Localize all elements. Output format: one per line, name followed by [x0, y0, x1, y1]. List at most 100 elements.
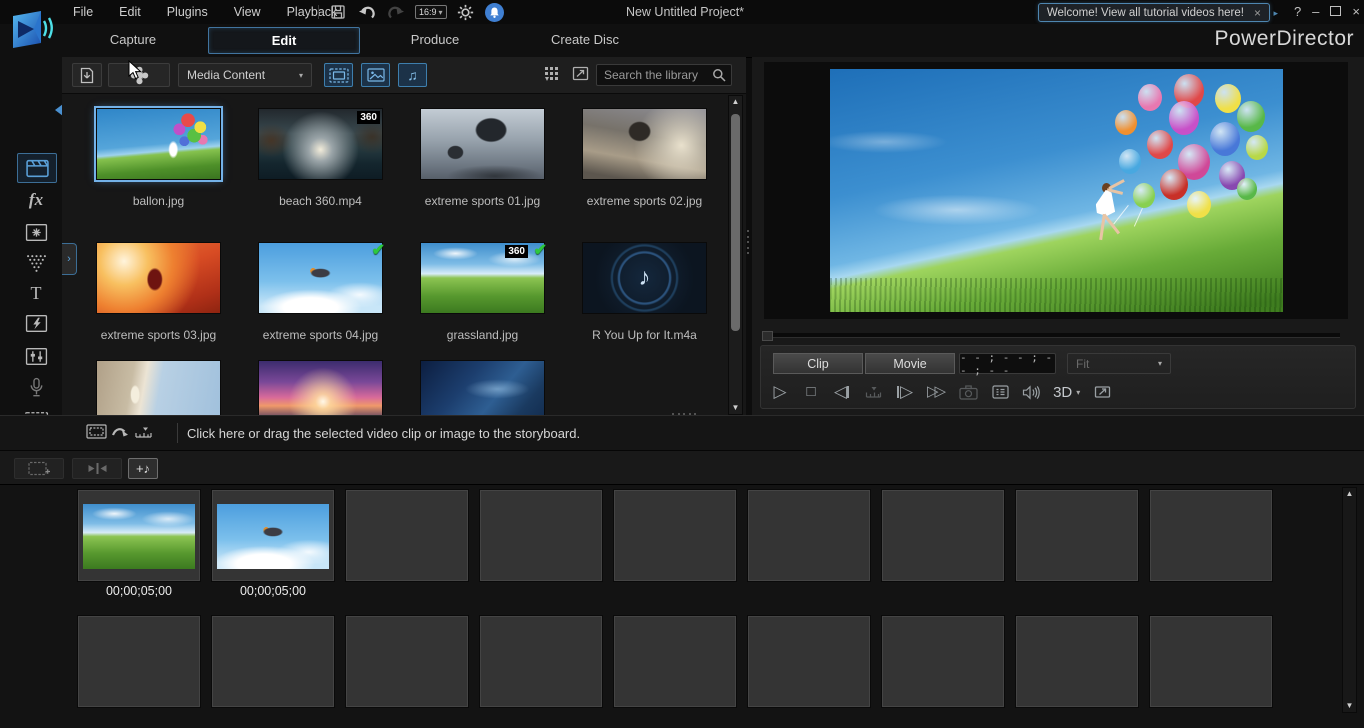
media-item-music[interactable]: ♪ [582, 242, 707, 314]
next-frame-button[interactable]: ▷ [896, 380, 914, 404]
media-item-surf[interactable] [96, 242, 221, 314]
expand-panel-handle[interactable]: › [62, 243, 77, 275]
storyboard-slot[interactable] [480, 490, 602, 581]
library-scrollbar[interactable]: ▲ ▼ [728, 95, 743, 415]
media-item-moto[interactable] [582, 108, 707, 180]
storyboard-slot[interactable] [78, 616, 200, 707]
storyboard-hint-text[interactable]: Click here or drag the selected video cl… [187, 416, 580, 451]
timecode-display[interactable]: - - ; - - ; - - ; - - [959, 353, 1056, 374]
media-item-balloon[interactable] [96, 108, 221, 180]
scroll-up-icon[interactable]: ▲ [1343, 488, 1356, 500]
content-type-dropdown[interactable]: Media Content ▾ [178, 63, 312, 87]
audio-mixing-room[interactable] [17, 342, 55, 370]
undock-preview-button[interactable] [1093, 380, 1111, 404]
preview-quality-button[interactable] [991, 380, 1009, 404]
play-button[interactable]: ▷ [771, 380, 789, 404]
filter-video-button[interactable] [324, 63, 353, 87]
zoom-fit-dropdown[interactable]: Fit ▾ [1067, 353, 1171, 374]
previous-frame-button[interactable]: ◁ [833, 380, 851, 404]
menu-file[interactable]: File [60, 0, 106, 24]
help-button[interactable]: ? [1294, 0, 1301, 24]
grid-view-button[interactable] [544, 66, 559, 82]
transition-room[interactable] [17, 309, 55, 337]
tab-create-disc[interactable]: Create Disc [510, 24, 660, 57]
welcome-banner[interactable]: Welcome! View all tutorial videos here! … [1038, 3, 1270, 22]
storyboard-slot[interactable] [882, 490, 1004, 581]
storyboard-slot[interactable] [614, 616, 736, 707]
tab-capture[interactable]: Capture [58, 24, 208, 57]
storyboard-slot[interactable] [748, 490, 870, 581]
search-input[interactable] [602, 67, 708, 83]
voice-over-room[interactable] [17, 373, 55, 401]
minimize-button[interactable]: – [1312, 0, 1319, 24]
media-item-grassland[interactable]: ✔360 [420, 242, 545, 314]
storyboard-slot[interactable] [346, 490, 468, 581]
media-item-skydive[interactable]: ✔ [258, 242, 383, 314]
media-item-bmx[interactable] [420, 108, 545, 180]
filter-photo-button[interactable] [361, 63, 390, 87]
panel-splitter-handle[interactable] [746, 230, 750, 254]
close-button[interactable]: × [1352, 0, 1360, 24]
save-button[interactable] [328, 2, 348, 22]
library-search[interactable] [596, 64, 732, 86]
media-item-partial-sunset[interactable] [258, 360, 383, 415]
effect-room[interactable]: fx [17, 186, 55, 214]
scroll-up-icon[interactable]: ▲ [729, 96, 742, 108]
timeline-ruler-icon [134, 425, 153, 439]
notifications-button[interactable] [485, 3, 504, 22]
pip-objects-room[interactable] [17, 218, 55, 246]
title-room[interactable]: T [17, 279, 55, 307]
tab-produce[interactable]: Produce [360, 24, 510, 57]
detach-library-button[interactable] [572, 66, 589, 81]
storyboard-slot[interactable] [212, 490, 334, 581]
menu-plugins[interactable]: Plugins [154, 0, 221, 24]
banner-close-icon[interactable]: × [1254, 6, 1261, 20]
preview-video-frame[interactable] [830, 69, 1283, 312]
snapshot-button[interactable] [959, 380, 978, 404]
redo-button[interactable] [386, 2, 406, 22]
scrollbar-thumb[interactable] [731, 114, 740, 331]
timeline-splitter-handle[interactable] [672, 412, 696, 415]
storyboard-slot[interactable] [614, 490, 736, 581]
seek-handle[interactable] [762, 331, 773, 341]
movie-mode-button[interactable]: Movie [865, 353, 955, 374]
3d-mode-button[interactable]: 3D▾ [1053, 380, 1080, 404]
add-clip-button[interactable] [14, 458, 64, 479]
fast-forward-button[interactable]: ▷▷ [927, 380, 946, 404]
storyboard-slot[interactable] [748, 616, 870, 707]
filter-music-button[interactable]: ♫ [398, 63, 427, 87]
menu-edit[interactable]: Edit [106, 0, 154, 24]
volume-button[interactable] [1022, 380, 1040, 404]
media-item-partial-wave[interactable] [420, 360, 545, 415]
scroll-down-icon[interactable]: ▼ [729, 402, 742, 414]
menu-view[interactable]: View [221, 0, 274, 24]
trim-button[interactable] [72, 458, 122, 479]
settings-button[interactable] [456, 2, 476, 22]
storyboard-slot[interactable] [1016, 616, 1138, 707]
maximize-button[interactable] [1330, 0, 1341, 24]
import-media-button[interactable] [72, 63, 102, 87]
media-item-beach[interactable]: 360 [258, 108, 383, 180]
storyboard-slot[interactable] [78, 490, 200, 581]
storyboard-slot[interactable] [212, 616, 334, 707]
clip-mode-button[interactable]: Clip [773, 353, 863, 374]
stop-button[interactable]: □ [802, 380, 820, 404]
storyboard-slot[interactable] [480, 616, 602, 707]
media-library-panel: Media Content ▾ ♫ ballon.jpg360beach 360… [62, 57, 746, 415]
aspect-ratio-dropdown[interactable]: 16:9 ▾ [415, 5, 447, 19]
storyboard-slot[interactable] [346, 616, 468, 707]
undo-button[interactable] [357, 2, 377, 22]
storyboard-slot[interactable] [882, 616, 1004, 707]
media-room[interactable] [17, 153, 57, 183]
tab-edit[interactable]: Edit [208, 27, 360, 54]
storyboard-slot[interactable] [1150, 490, 1272, 581]
preview-seek-bar[interactable] [764, 333, 1340, 338]
storyboard-scrollbar[interactable]: ▲ ▼ [1342, 487, 1357, 713]
storyboard-slot[interactable] [1150, 616, 1272, 707]
add-background-music-button[interactable]: +♪ [128, 458, 158, 479]
particle-room[interactable] [17, 249, 55, 277]
scroll-down-icon[interactable]: ▼ [1343, 700, 1356, 712]
storyboard-slot[interactable] [1016, 490, 1138, 581]
media-item-partial-walk[interactable] [96, 360, 221, 415]
seek-position-button[interactable] [864, 380, 883, 404]
